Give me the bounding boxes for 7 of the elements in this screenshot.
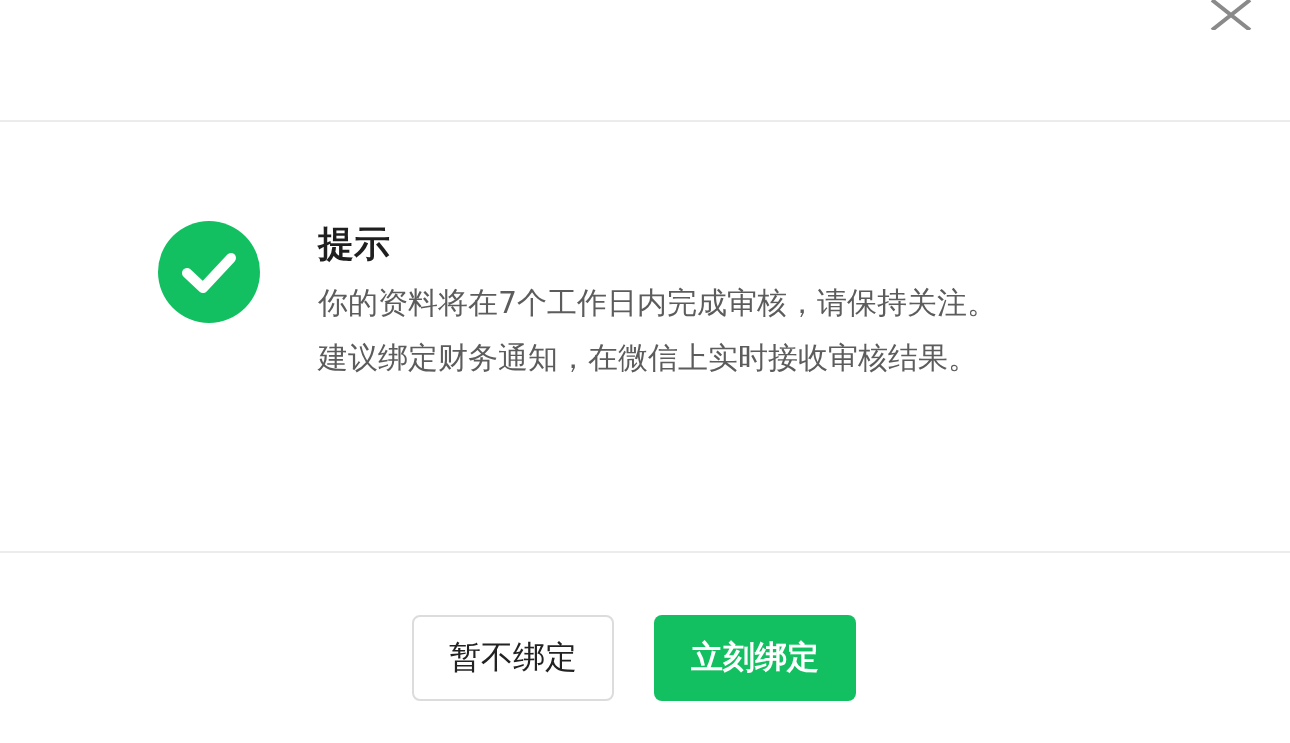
message-text: 你的资料将在7个工作日内完成审核，请保持关注。 [318,284,998,322]
skip-binding-button[interactable]: 暂不绑定 [412,615,614,701]
success-check-icon [158,221,260,323]
dialog-title: 提示 [318,222,391,266]
close-button[interactable] [1210,0,1254,30]
message-text: 建议绑定财务通知，在微信上实时接收审核结果。 [318,339,979,377]
close-icon [1210,0,1254,30]
